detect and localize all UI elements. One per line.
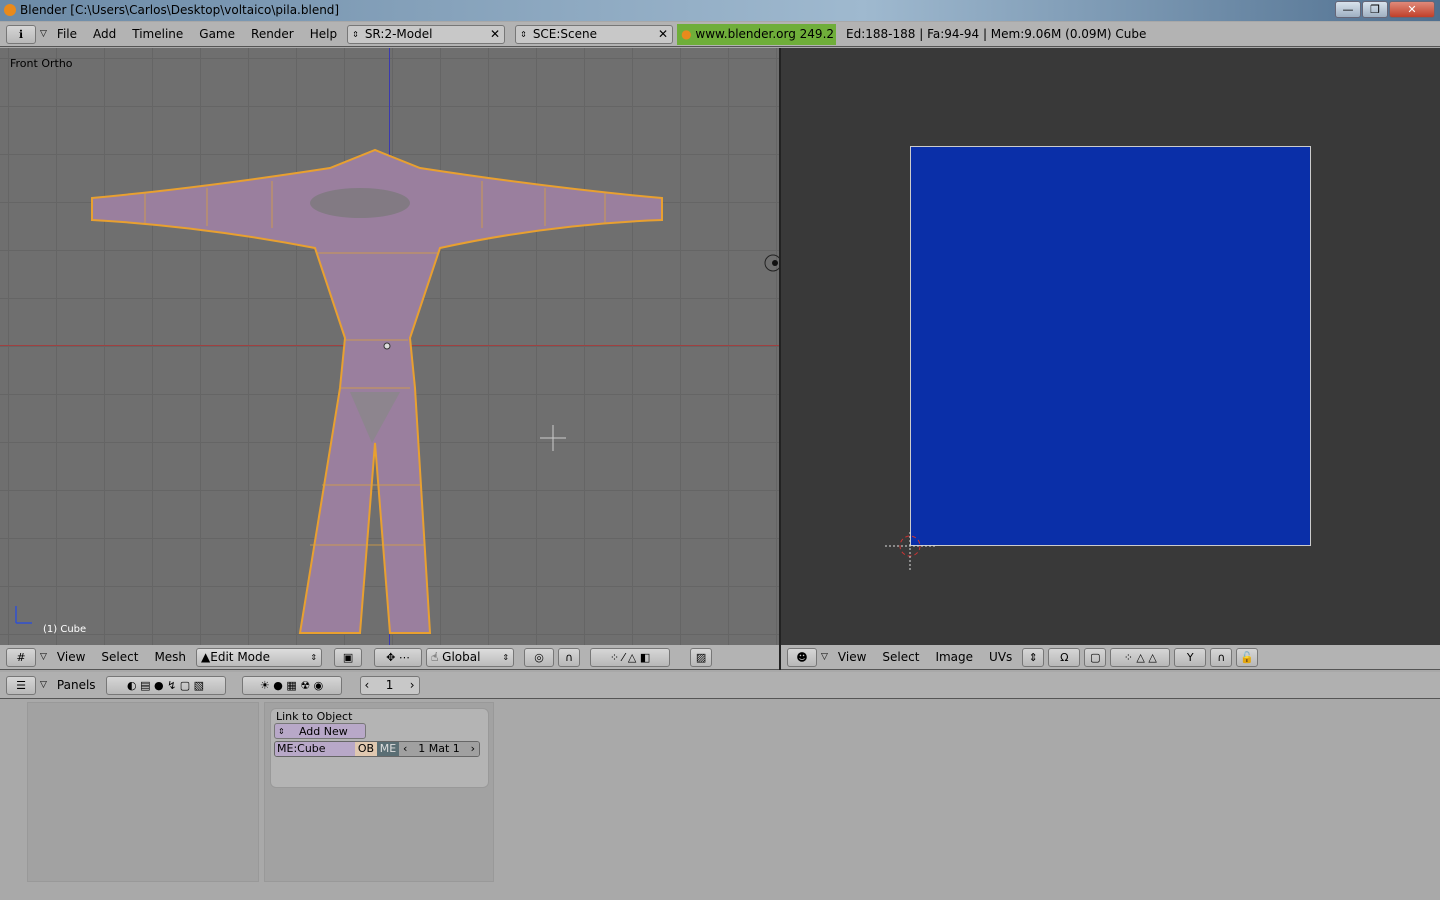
proportional-edit-icon[interactable]: ◎ <box>524 647 555 667</box>
orientation-label: Global <box>442 650 481 664</box>
delete-scene-icon[interactable]: ✕ <box>658 27 668 41</box>
select-mode-buttons[interactable]: ⁘ ⁄ △ ◧ <box>590 647 671 667</box>
3d-viewport[interactable]: Front Ortho (1) Cube <box>0 48 779 645</box>
screen-selector[interactable]: ⇕ SR:2-Model ✕ <box>347 24 506 44</box>
material-index-field[interactable]: ‹ 1 Mat 1 › <box>399 742 479 756</box>
close-button[interactable]: ✕ <box>1389 1 1435 18</box>
panel-title: Link to Object <box>276 710 353 723</box>
menu-uvs[interactable]: UVs <box>983 650 1018 664</box>
edit-mode-icon: ▲ <box>201 650 211 664</box>
add-new-material-button[interactable]: ⇕ Add New <box>274 723 366 739</box>
buttons-header: ☰ ▽ Panels ◐ ▤ ● ↯ ▢ ▧ ☀ ● ▦ ☢ ◉ ‹ 1 › <box>0 672 1440 699</box>
object-label: (1) Cube <box>43 624 87 635</box>
collapse-menu-icon[interactable]: ▽ <box>40 652 47 662</box>
title-bar: Blender [C:\Users\Carlos\Desktop\voltaic… <box>0 0 1440 21</box>
mode-label: Edit Mode <box>210 650 271 664</box>
frame-field[interactable]: ‹ 1 › <box>359 675 420 695</box>
menu-game[interactable]: Game <box>193 27 241 41</box>
menu-view[interactable]: View <box>51 650 91 664</box>
info-editor-type-icon[interactable]: ℹ <box>6 24 36 44</box>
link-to-object-panel: Link to Object ⇕ Add New ME:Cube OB ME ‹ 1… <box>270 708 489 788</box>
menu-select[interactable]: Select <box>876 650 925 664</box>
snap-magnet-icon[interactable]: ∩ <box>1210 647 1233 667</box>
menu-view[interactable]: View <box>832 650 872 664</box>
shading-buttons[interactable]: ☀ ● ▦ ☢ ◉ <box>241 675 342 695</box>
menu-select[interactable]: Select <box>95 650 144 664</box>
editor-type-buttons-icon[interactable]: ☰ <box>6 675 36 695</box>
uv-select-mode-buttons[interactable]: ⁘ △ △ <box>1110 647 1171 667</box>
ob-toggle[interactable]: OB <box>355 742 377 756</box>
screen-name[interactable]: SR:2-Model <box>365 27 433 41</box>
collapse-menu-icon[interactable]: ▽ <box>821 652 828 662</box>
pivot-omega-icon[interactable]: Ω <box>1048 647 1081 667</box>
axis-gizmo-icon <box>15 606 32 624</box>
draw-type-icon[interactable]: ▣ <box>334 647 363 667</box>
mesh-name-field[interactable]: ME:Cube <box>275 742 355 756</box>
menu-render[interactable]: Render <box>245 27 300 41</box>
object-origin <box>383 342 391 350</box>
3d-view-header: # ▽ View Select Mesh ▲ Edit Mode ⇕ ▣ ✥ ⋯ ☝… <box>0 645 779 670</box>
buttons-window: ☰ ▽ Panels ◐ ▤ ● ↯ ▢ ▧ ☀ ● ▦ ☢ ◉ ‹ 1 › Lin… <box>0 672 1440 900</box>
3d-cursor-icon <box>540 425 566 451</box>
mesh-character[interactable] <box>0 48 779 645</box>
context-buttons[interactable]: ◐ ▤ ● ↯ ▢ ▧ <box>105 675 226 695</box>
scene-name[interactable]: SCE:Scene <box>533 27 597 41</box>
delete-screen-icon[interactable]: ✕ <box>490 27 500 41</box>
menu-help[interactable]: Help <box>304 27 343 41</box>
collapse-menu-icon[interactable]: ▽ <box>40 29 47 39</box>
mode-selector[interactable]: ▲ Edit Mode ⇕ <box>196 647 323 667</box>
window-title: Blender [C:\Users\Carlos\Desktop\voltaic… <box>20 3 340 17</box>
editor-type-image-icon[interactable]: ☻ <box>787 647 817 667</box>
menu-panels[interactable]: Panels <box>51 678 102 692</box>
uv-editor-header: ☻ ▽ View Select Image UVs ⇕ Ω ▢ ⁘ △ △ Y … <box>781 645 1440 670</box>
blender-logo-icon: ● <box>681 26 692 41</box>
uv-image-editor[interactable] <box>781 48 1440 645</box>
scene-selector[interactable]: ⇕ SCE:Scene ✕ <box>515 24 674 44</box>
version-text: www.blender.org 249.2 <box>695 26 835 41</box>
2d-cursor-icon <box>885 532 935 572</box>
orientation-selector[interactable]: ☝ Global ⇕ <box>426 647 515 667</box>
menu-timeline[interactable]: Timeline <box>126 27 189 41</box>
sticky-select-icon[interactable]: ▢ <box>1084 647 1107 667</box>
editor-type-grid-icon[interactable]: # <box>6 647 36 667</box>
version-label: ● www.blender.org 249.2 <box>677 23 837 45</box>
me-toggle[interactable]: ME <box>377 742 399 756</box>
mesh-link-row: ME:Cube OB ME ‹ 1 Mat 1 › <box>274 741 480 757</box>
material-index-value: 1 Mat 1 <box>418 742 460 755</box>
frame-value: 1 <box>385 678 394 692</box>
lock-icon[interactable]: 🔓 <box>1236 647 1259 667</box>
manipulator-hand-icon: ☝ <box>431 650 439 664</box>
menu-image[interactable]: Image <box>929 650 979 664</box>
add-new-label: Add New <box>298 724 348 738</box>
minimize-button[interactable]: — <box>1335 1 1361 18</box>
scene-stats: Ed:188-188 | Fa:94-94 | Mem:9.06M (0.09M… <box>846 27 1147 41</box>
empty-panel <box>27 702 259 882</box>
sync-selection-icon[interactable]: Y <box>1174 647 1207 667</box>
image-browse-icon[interactable]: ⇕ <box>1022 647 1045 667</box>
selected-faces <box>310 188 410 218</box>
menu-add[interactable]: Add <box>87 27 122 41</box>
blender-logo-icon <box>4 4 16 16</box>
uv-image <box>910 146 1311 546</box>
collapse-menu-icon[interactable]: ▽ <box>40 680 47 690</box>
menu-mesh[interactable]: Mesh <box>148 650 192 664</box>
snap-magnet-icon[interactable]: ∩ <box>558 647 581 667</box>
menu-file[interactable]: File <box>51 27 83 41</box>
pivot-icon[interactable]: ✥ ⋯ <box>374 647 423 667</box>
info-header: ℹ ▽ File Add Timeline Game Render Help ⇕… <box>0 22 1440 47</box>
maximize-button[interactable]: ❐ <box>1362 1 1388 18</box>
render-icon[interactable]: ▨ <box>690 647 713 667</box>
